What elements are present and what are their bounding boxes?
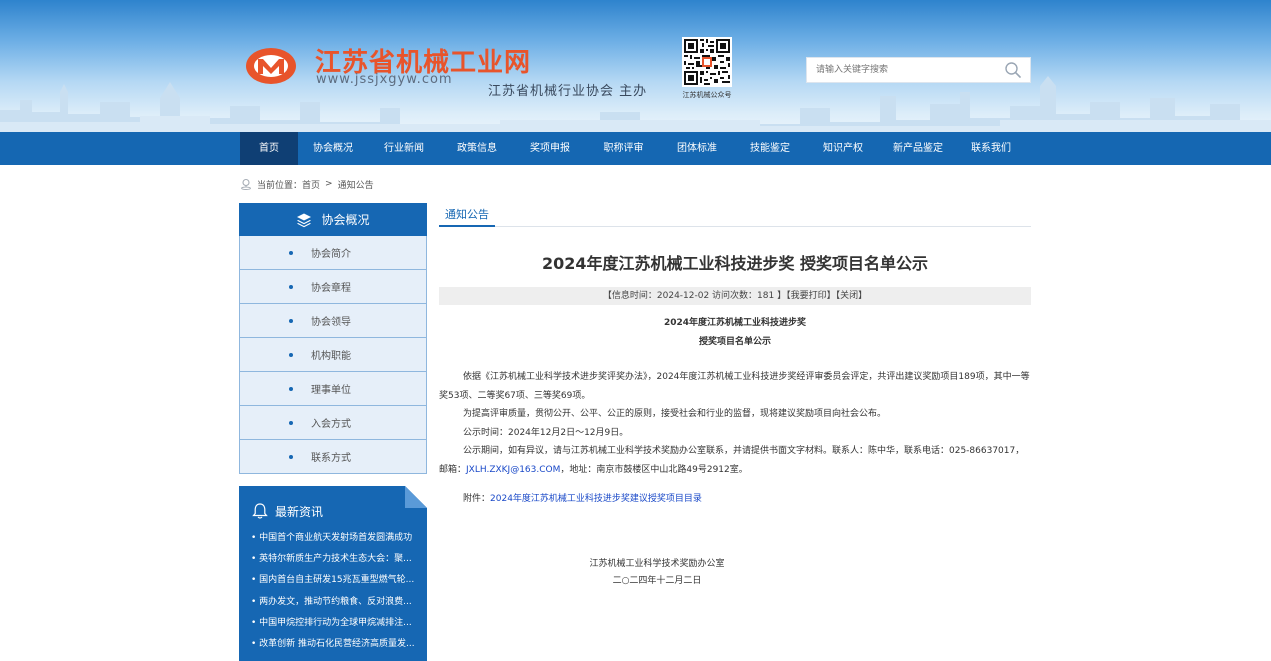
- sidebar-header: 协会概况: [239, 203, 427, 236]
- bullet-icon: [289, 454, 293, 459]
- breadcrumb-current[interactable]: 通知公告: [338, 178, 374, 191]
- attachment-label: 附件：: [463, 494, 491, 504]
- article-subtitle: 2024年度江苏机械工业科技进步奖: [663, 318, 807, 328]
- bullet-icon: [289, 284, 293, 289]
- news-item-label: 中国甲烷控排行动为全球甲烷减排注...: [259, 617, 412, 628]
- news-item-label: 中国首个商业航天发射场首发圆满成功: [259, 533, 413, 543]
- qr-code-label: 江苏机械公众号: [682, 91, 732, 99]
- bullet-icon: [289, 250, 293, 255]
- layers-icon: [297, 213, 312, 227]
- nav-item-awards[interactable]: 奖项申报: [514, 132, 586, 165]
- news-item-label: 两办发文，推动节约粮食、反对浪费...: [259, 596, 412, 607]
- bell-icon: [252, 503, 268, 519]
- search-input[interactable]: [807, 58, 997, 82]
- site-url: www.jssjxgyw.com: [316, 72, 453, 87]
- nav-item-skills[interactable]: 技能鉴定: [733, 132, 807, 165]
- contact-email-link[interactable]: JXLH.ZXKJ@163.COM: [466, 465, 560, 475]
- site-header: 江苏省机械工业网 www.jssjxgyw.com 江苏省机械行业协会 主办 江…: [0, 0, 1271, 132]
- news-item[interactable]: • 中国首个商业航天发射场首发圆满成功: [251, 528, 419, 549]
- sidebar-title: 协会概况: [321, 213, 370, 227]
- nav-item-titles[interactable]: 职称评审: [586, 132, 661, 165]
- sidebar-item-functions[interactable]: 机构职能: [239, 338, 427, 372]
- article-paragraph: 公示时间：2024年12月2日～12月9日。: [463, 427, 629, 438]
- sidebar-item-label: 协会领导: [311, 317, 351, 328]
- sidebar-item-label: 协会章程: [311, 283, 351, 294]
- bullet-icon: [289, 386, 293, 391]
- nav-item-industry-news[interactable]: 行业新闻: [368, 132, 440, 165]
- nav-item-new-products[interactable]: 新产品鉴定: [879, 132, 957, 165]
- news-item-label: 国内首台自主研发15兆瓦重型燃气轮...: [259, 575, 415, 586]
- search-icon[interactable]: [1004, 61, 1022, 79]
- signature-date: 二○二四年十二月二日: [612, 576, 702, 586]
- sidebar-item-charter[interactable]: 协会章程: [239, 270, 427, 304]
- corner-fold-decoration: [405, 486, 427, 508]
- organizer-text: 江苏省机械行业协会 主办: [488, 84, 648, 99]
- breadcrumb-home-link[interactable]: 首页: [302, 178, 320, 191]
- article-paragraph: 为提高评审质量，贯彻公开、公平、公正的原则，接受社会和行业的监督，现将建议奖励项…: [463, 409, 887, 419]
- article-content: 通知公告 2024年度江苏机械工业科技进步奖 授奖项目名单公示 【信息时间：20…: [439, 204, 1031, 586]
- sidebar-item-intro[interactable]: 协会简介: [239, 236, 427, 270]
- section-tab-bar: 通知公告: [439, 204, 1031, 227]
- article-subtitle-2: 授奖项目名单公示: [698, 337, 771, 347]
- article-body: 依据《江苏机械工业科学技术进步奖评奖办法》，2024年度江苏机械工业科技进步奖经…: [439, 368, 1031, 479]
- bullet-icon: [289, 420, 293, 425]
- attachment-row: 附件：2024年度江苏机械工业科技进步奖建议授奖项目目录: [439, 491, 1031, 504]
- sidebar-item-label: 机构职能: [311, 351, 351, 362]
- news-item[interactable]: • 中国甲烷控排行动为全球甲烷减排注...: [251, 613, 419, 634]
- location-pin-icon: [241, 178, 251, 190]
- nav-item-home[interactable]: 首页: [240, 132, 298, 165]
- news-item-label: 英特尔新质生产力技术生态大会：聚...: [259, 554, 412, 565]
- article-paragraph-contact: 公示期间，如有异议，请与江苏机械工业科学技术奖励办公室联系，并请提供书面文字材料…: [439, 442, 1031, 479]
- qr-code-icon: [682, 37, 732, 87]
- latest-news-panel: 最新资讯 • 中国首个商业航天发射场首发圆满成功 • 英特尔新质生产力技术生态大…: [239, 486, 427, 661]
- news-item-label: 改革创新 推动石化民营经济高质量发...: [259, 638, 415, 649]
- nav-item-ip[interactable]: 知识产权: [807, 132, 879, 165]
- article-title: 2024年度江苏机械工业科技进步奖 授奖项目名单公示: [541, 254, 929, 273]
- attachment-link[interactable]: 2024年度江苏机械工业科技进步奖建议授奖项目目录: [490, 494, 702, 504]
- latest-news-title: 最新资讯: [275, 504, 324, 519]
- latest-news-header: 最新资讯: [251, 500, 323, 522]
- news-item[interactable]: • 国内首台自主研发15兆瓦重型燃气轮...: [251, 570, 419, 591]
- breadcrumb-prefix: 当前位置：: [257, 180, 303, 191]
- sidebar-item-leaders[interactable]: 协会领导: [239, 304, 427, 338]
- sidebar-item-label: 联系方式: [311, 453, 351, 464]
- breadcrumb-separator: >: [325, 179, 333, 189]
- sidebar-item-label: 理事单位: [311, 385, 351, 396]
- sidebar-item-council[interactable]: 理事单位: [239, 372, 427, 406]
- address-text: ，地址：南京市鼓楼区中山北路49号2912室。: [560, 464, 748, 475]
- nav-item-standards[interactable]: 团体标准: [661, 132, 733, 165]
- article-meta: 【信息时间：2024-12-02 访问次数：181 】【我要打印】【关闭】: [439, 287, 1031, 305]
- logo-emblem-icon: [246, 48, 296, 84]
- sidebar-item-label: 入会方式: [311, 419, 351, 430]
- news-item[interactable]: • 两办发文，推动节约粮食、反对浪费...: [251, 592, 419, 613]
- tab-notices[interactable]: 通知公告: [439, 204, 495, 227]
- bullet-icon: [289, 352, 293, 357]
- nav-item-contact[interactable]: 联系我们: [957, 132, 1025, 165]
- news-item[interactable]: • 改革创新 推动石化民营经济高质量发...: [251, 634, 419, 655]
- main-nav: 首页 协会概况 行业新闻 政策信息 奖项申报 职称评审 团体标准 技能鉴定 知识…: [0, 132, 1271, 165]
- sidebar-item-label: 协会简介: [311, 249, 351, 260]
- bullet-icon: [289, 318, 293, 323]
- article-signature: 江苏机械工业科学技术奖励办公室 二○二四年十二月二日: [569, 556, 745, 590]
- signature-org: 江苏机械工业科学技术奖励办公室: [589, 559, 725, 569]
- search-box: [806, 57, 1031, 83]
- breadcrumb: 当前位置： 首页 > 通知公告: [240, 178, 374, 191]
- nav-item-about[interactable]: 协会概况: [298, 132, 368, 165]
- news-item[interactable]: • 英特尔新质生产力技术生态大会：聚...: [251, 549, 419, 570]
- sidebar-item-membership[interactable]: 入会方式: [239, 406, 427, 440]
- nav-item-policy[interactable]: 政策信息: [440, 132, 514, 165]
- sidebar: 协会概况 协会简介 协会章程 协会领导 机构职能 理事单位 入会方式 联系方式: [239, 203, 427, 474]
- article-paragraph: 依据《江苏机械工业科学技术进步奖评奖办法》，2024年度江苏机械工业科技进步奖经…: [439, 372, 1030, 401]
- sidebar-item-contact[interactable]: 联系方式: [239, 440, 427, 474]
